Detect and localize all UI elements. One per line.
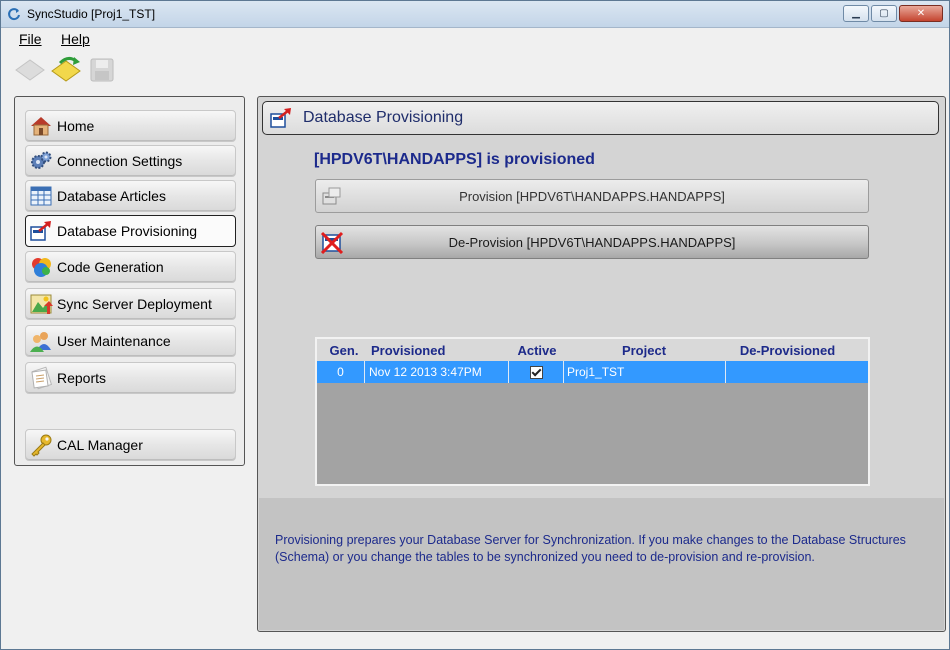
col-deprovisioned[interactable]: De-Provisioned <box>727 343 848 358</box>
col-provisioned[interactable]: Provisioned <box>371 343 481 358</box>
cell-project: Proj1_TST <box>564 361 726 383</box>
menu-help[interactable]: Help <box>61 31 90 47</box>
col-active[interactable]: Active <box>510 343 564 358</box>
cell-deprovisioned <box>726 361 868 383</box>
provision-button[interactable]: Provision [HPDV6T\HANDAPPS.HANDAPPS] <box>315 179 869 213</box>
colored-spheres-icon <box>32 258 51 277</box>
app-window: SyncStudio [Proj1_TST] ▁ ▢ ✕ File Help H… <box>0 0 950 650</box>
deploy-icon <box>30 294 53 314</box>
provision-icon <box>270 108 291 128</box>
provision-status: [HPDV6T\HANDAPPS] is provisioned <box>314 151 595 168</box>
table-row[interactable]: 0 Nov 12 2013 3:47PM Proj1_TST <box>317 361 868 383</box>
col-gen[interactable]: Gen. <box>317 343 371 358</box>
info-text: Provisioning prepares your Database Serv… <box>275 533 906 564</box>
nav-database-provisioning[interactable]: Database Provisioning <box>25 215 236 247</box>
nav-code-generation-label: Code Generation <box>57 259 164 275</box>
deprovision-icon <box>320 231 344 254</box>
window-title: SyncStudio [Proj1_TST] <box>27 7 156 21</box>
key-icon <box>31 434 52 457</box>
nav-user-maintenance-label: User Maintenance <box>57 333 171 349</box>
toolbar <box>1 51 949 89</box>
cell-active[interactable] <box>509 361 564 383</box>
deprovision-button[interactable]: De-Provision [HPDV6T\HANDAPPS.HANDAPPS] <box>315 225 869 259</box>
grid-header: Gen. Provisioned Active Project De-Provi… <box>317 339 868 361</box>
provision-disabled-icon <box>322 187 341 205</box>
deprovision-button-label: De-Provision [HPDV6T\HANDAPPS.HANDAPPS] <box>448 234 736 250</box>
menu-file[interactable]: File <box>19 31 42 47</box>
title-bar[interactable]: SyncStudio [Proj1_TST] ▁ ▢ ✕ <box>1 1 949 28</box>
nav-connection-settings-label: Connection Settings <box>57 153 183 169</box>
cell-provisioned: Nov 12 2013 3:47PM <box>365 361 509 383</box>
nav-database-articles-label: Database Articles <box>57 188 166 204</box>
open-icon[interactable] <box>49 54 83 86</box>
col-project[interactable]: Project <box>564 343 724 358</box>
nav-home-label: Home <box>57 118 95 134</box>
maximize-icon[interactable]: ▢ <box>871 5 897 22</box>
nav-sync-server-deployment-label: Sync Server Deployment <box>57 296 212 312</box>
table-icon <box>30 186 52 206</box>
nav-home[interactable]: Home <box>25 110 236 142</box>
nav-reports[interactable]: Reports <box>25 362 236 394</box>
window-controls: ▁ ▢ ✕ <box>843 5 943 23</box>
reports-icon <box>31 366 53 390</box>
nav-database-provisioning-label: Database Provisioning <box>57 223 198 239</box>
nav-database-articles[interactable]: Database Articles <box>25 180 236 212</box>
active-checkbox[interactable] <box>529 366 543 379</box>
sync-app-icon <box>8 8 20 21</box>
content-header: Database Provisioning <box>262 101 939 135</box>
cell-gen: 0 <box>317 361 365 383</box>
nav-cal-manager-label: CAL Manager <box>57 437 143 453</box>
content-panel: Database Provisioning [HPDV6T\HANDAPPS] … <box>257 96 946 632</box>
provisioning-grid[interactable]: Gen. Provisioned Active Project De-Provi… <box>315 337 870 486</box>
nav-sync-server-deployment[interactable]: Sync Server Deployment <box>25 288 236 320</box>
home-icon <box>31 117 51 136</box>
nav-reports-label: Reports <box>57 370 107 386</box>
nav-cal-manager[interactable]: CAL Manager <box>25 429 236 461</box>
navigation-panel: Home Connection Settings Database Articl… <box>14 96 245 466</box>
provision-button-label: Provision [HPDV6T\HANDAPPS.HANDAPPS] <box>459 188 725 204</box>
gears-icon <box>31 151 52 169</box>
users-icon <box>30 332 51 352</box>
provision-icon <box>30 221 51 241</box>
save-icon[interactable] <box>85 54 119 86</box>
nav-connection-settings[interactable]: Connection Settings <box>25 145 236 177</box>
close-icon[interactable]: ✕ <box>899 5 943 22</box>
nav-user-maintenance[interactable]: User Maintenance <box>25 325 236 357</box>
menu-bar: File Help <box>1 28 949 50</box>
new-icon[interactable] <box>13 54 47 86</box>
minimize-icon[interactable]: ▁ <box>843 5 869 22</box>
page-title: Database Provisioning <box>303 109 464 126</box>
info-footer: Provisioning prepares your Database Serv… <box>259 498 944 630</box>
nav-code-generation[interactable]: Code Generation <box>25 251 236 283</box>
